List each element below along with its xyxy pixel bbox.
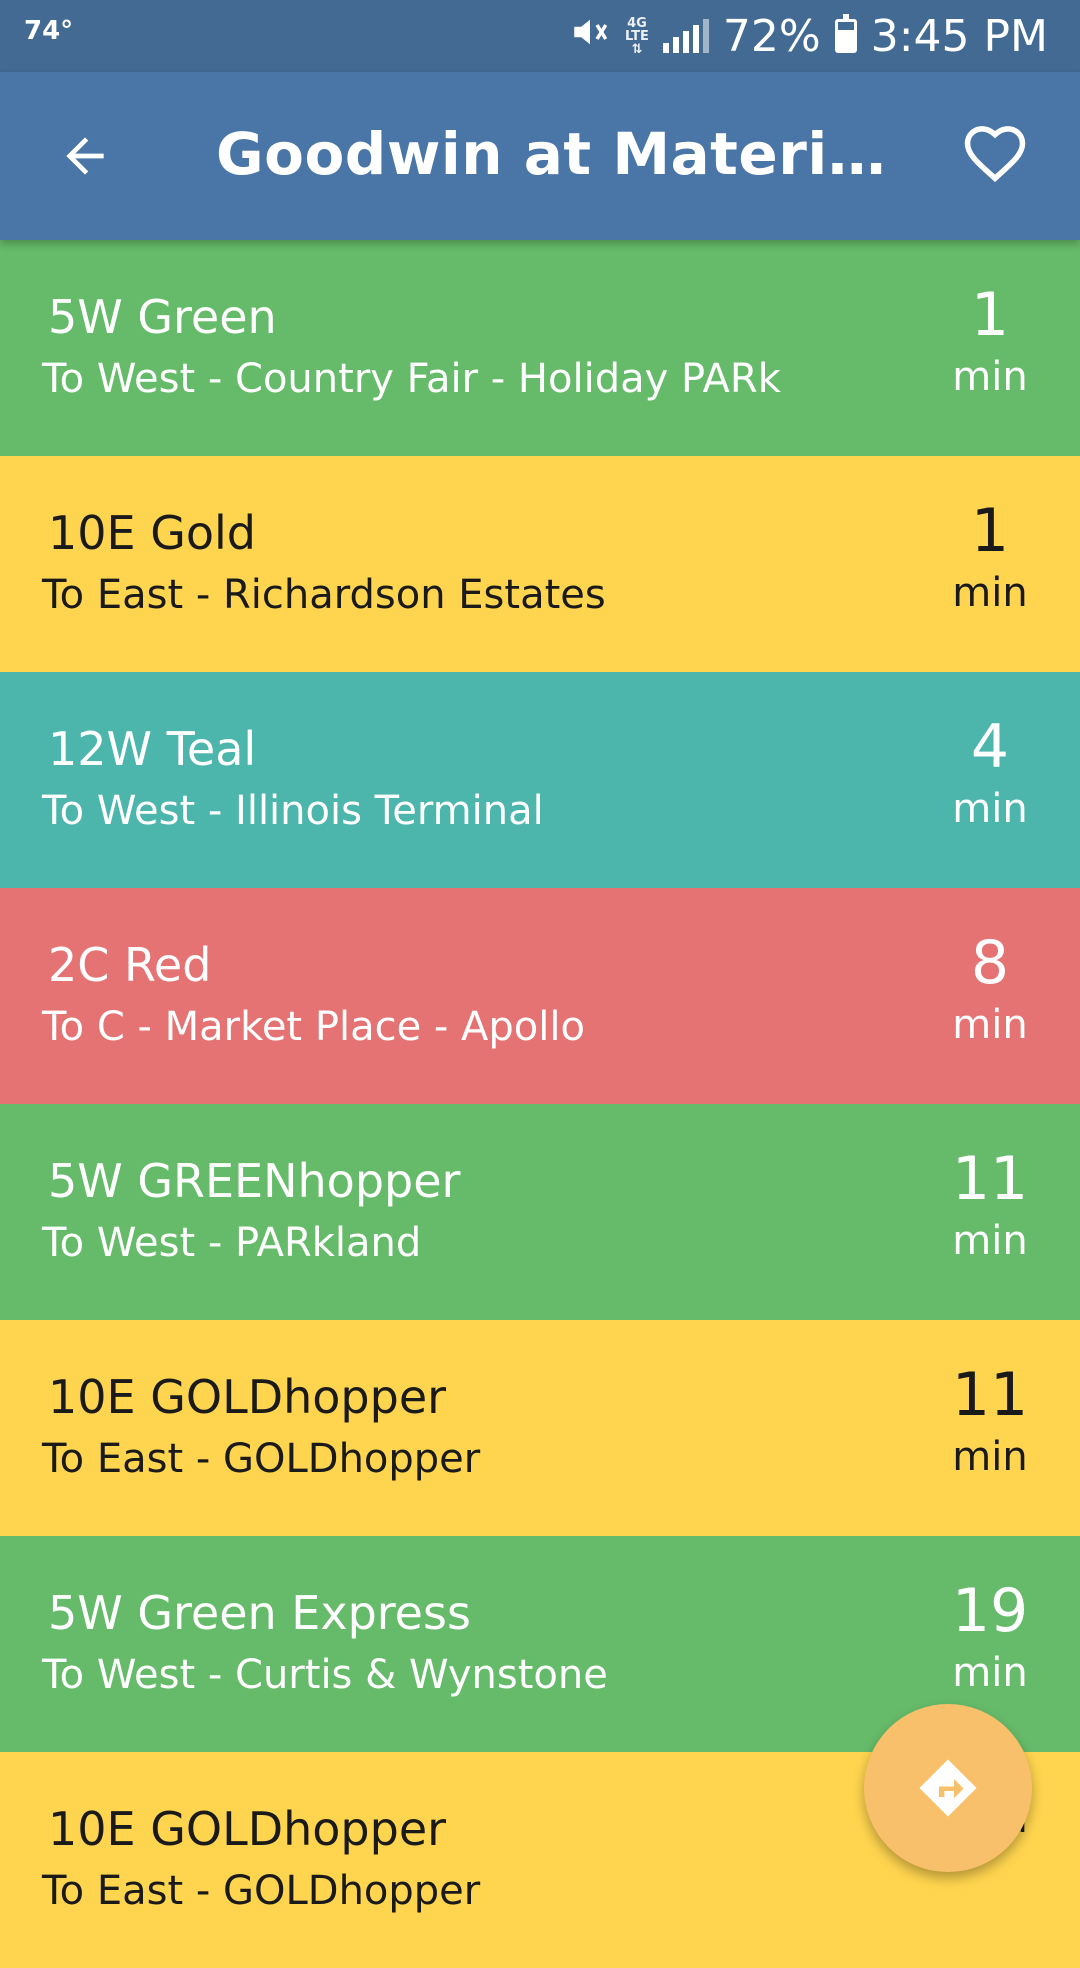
- route-destination: To West - Country Fair - Holiday PARk: [42, 356, 781, 402]
- page-title: Goodwin at Materials Re...: [216, 120, 916, 188]
- eta-unit: min: [952, 786, 1028, 832]
- eta-unit: min: [952, 1218, 1028, 1264]
- route-destination: To C - Market Place - Apollo: [42, 1004, 585, 1050]
- eta: 19 min: [930, 1576, 1050, 1700]
- eta-minutes: 1: [970, 280, 1010, 350]
- route-destination: To West - PARkland: [42, 1220, 422, 1266]
- directions-icon: [919, 1759, 977, 1817]
- departure-row[interactable]: 12W Teal To West - Illinois Terminal 4 m…: [0, 672, 1080, 888]
- signal-icon: [662, 19, 709, 53]
- route-destination: To West - Curtis & Wynstone: [42, 1652, 608, 1698]
- eta-minutes: 4: [970, 712, 1010, 782]
- eta-minutes: 19: [951, 1576, 1029, 1646]
- route-name: 10E GOLDhopper: [48, 1370, 447, 1424]
- departure-row[interactable]: 10E GOLDhopper To East - GOLDhopper 11 m…: [0, 1320, 1080, 1536]
- eta-minutes: 11: [951, 1360, 1029, 1430]
- departure-row[interactable]: 2C Red To C - Market Place - Apollo 8 mi…: [0, 888, 1080, 1104]
- route-name: 5W Green Express: [48, 1586, 471, 1640]
- route-destination: To East - GOLDhopper: [42, 1436, 481, 1482]
- route-name: 10E GOLDhopper: [48, 1802, 447, 1856]
- departure-row[interactable]: 5W Green To West - Country Fair - Holida…: [0, 240, 1080, 456]
- app-bar: Goodwin at Materials Re...: [0, 72, 1080, 240]
- eta-unit: min: [952, 1434, 1028, 1480]
- battery-percent: 72%: [722, 10, 821, 62]
- eta-unit: min: [952, 354, 1028, 400]
- temperature-indicator: 74°: [24, 16, 74, 46]
- eta: 4 min: [930, 712, 1050, 836]
- eta-minutes: 1: [970, 496, 1010, 566]
- eta: 8 min: [930, 928, 1050, 1052]
- route-destination: To East - GOLDhopper: [42, 1868, 481, 1914]
- route-destination: To West - Illinois Terminal: [42, 788, 544, 834]
- network-type-icon: 4G LTE ⇅: [625, 15, 649, 57]
- departure-row[interactable]: 5W GREENhopper To West - PARkland 11 min: [0, 1104, 1080, 1320]
- route-name: 10E Gold: [48, 506, 256, 560]
- eta: 11 min: [930, 1360, 1050, 1484]
- eta: 1 min: [930, 496, 1050, 620]
- route-name: 5W Green: [48, 290, 277, 344]
- eta-minutes: 8: [970, 928, 1010, 998]
- eta: 11 min: [930, 1144, 1050, 1268]
- arrow-left-icon: [66, 137, 104, 175]
- departure-row[interactable]: 10E Gold To East - Richardson Estates 1 …: [0, 456, 1080, 672]
- battery-icon: [834, 14, 857, 53]
- route-name: 2C Red: [48, 938, 212, 992]
- heart-outline-icon: [964, 126, 1026, 183]
- eta-unit: min: [952, 1002, 1028, 1048]
- back-button[interactable]: [40, 116, 130, 196]
- route-name: 5W GREENhopper: [48, 1154, 461, 1208]
- eta-unit: min: [952, 570, 1028, 616]
- clock: 3:45 PM: [870, 10, 1048, 62]
- eta-minutes: 11: [951, 1144, 1029, 1214]
- route-name: 12W Teal: [48, 722, 257, 776]
- eta: 1 min: [930, 280, 1050, 404]
- directions-fab[interactable]: [864, 1704, 1032, 1872]
- status-bar: 74° 4G LTE ⇅ 72% 3:45 PM: [0, 0, 1080, 72]
- favorite-button[interactable]: [950, 110, 1040, 200]
- status-icons: 4G LTE ⇅ 72% 3:45 PM: [569, 10, 1048, 62]
- eta-unit: min: [952, 1650, 1028, 1696]
- mute-vibrate-icon: [569, 11, 611, 62]
- route-destination: To East - Richardson Estates: [42, 572, 606, 618]
